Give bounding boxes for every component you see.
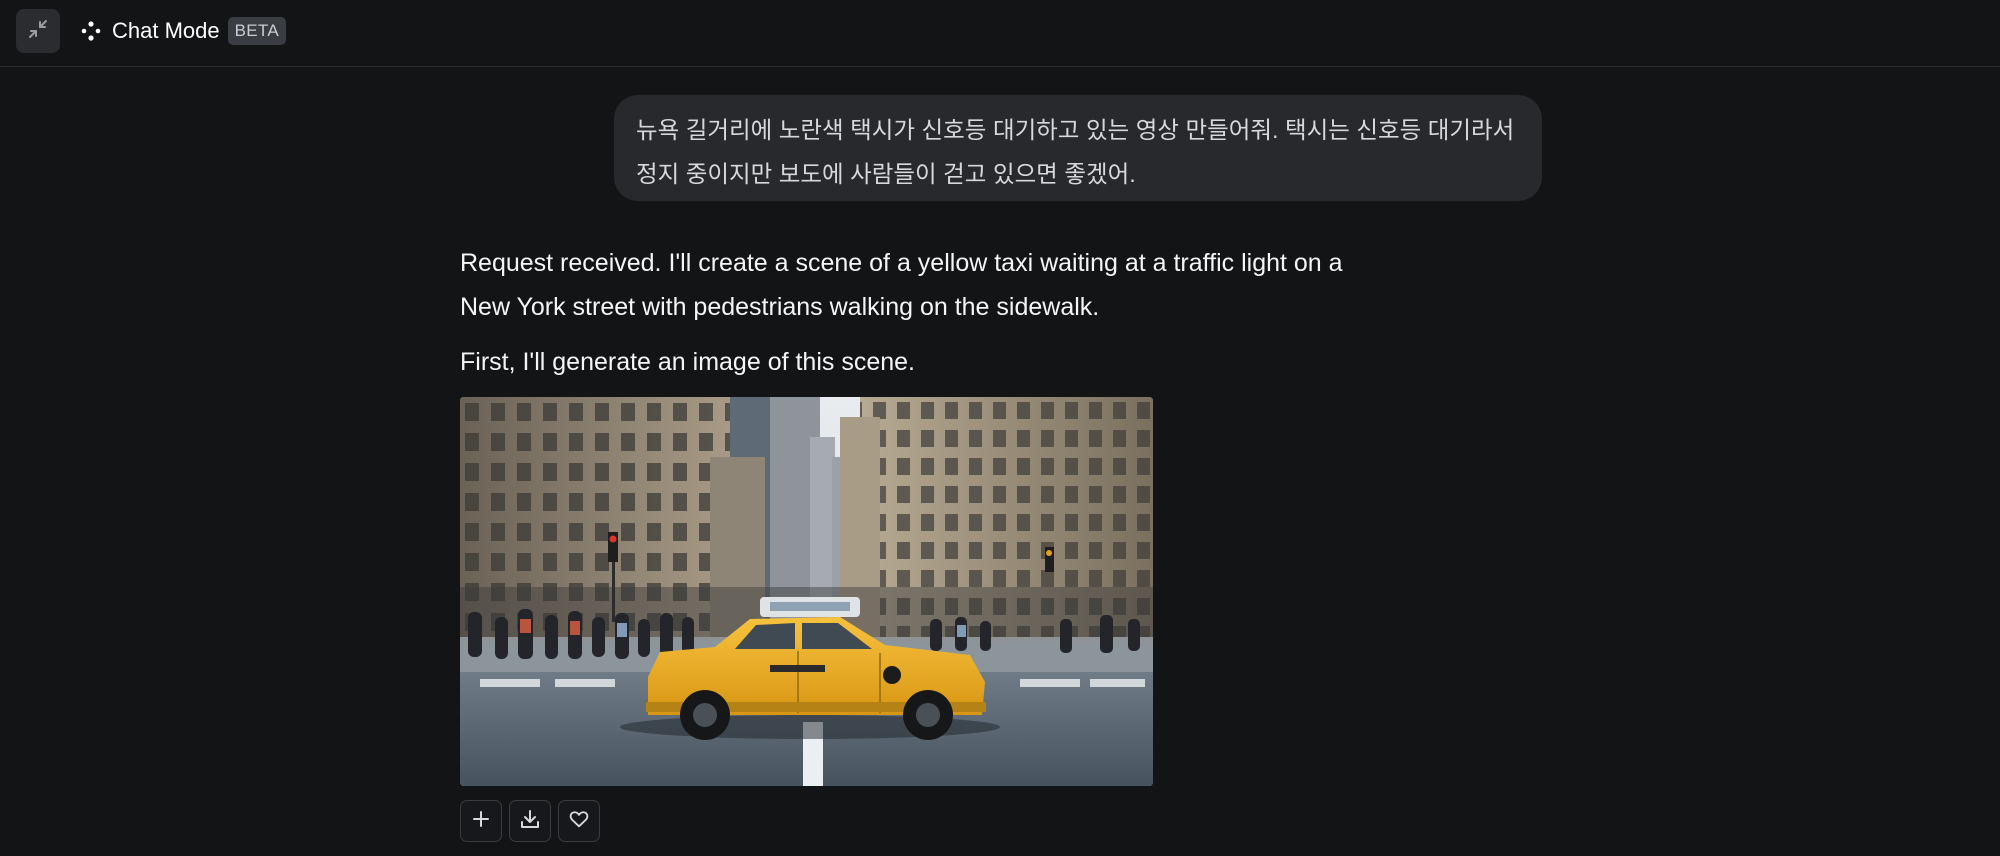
user-message-line: 정지 중이지만 보도에 사람들이 걷고 있으면 좋겠어. bbox=[636, 161, 1136, 187]
chat-mode-label: Chat Mode bbox=[112, 18, 220, 43]
collapse-arrows-icon bbox=[27, 18, 49, 45]
sparkle-dots-icon bbox=[78, 18, 104, 44]
download-button[interactable] bbox=[509, 800, 551, 842]
heart-icon bbox=[568, 808, 590, 835]
image-actions-bar bbox=[460, 800, 600, 842]
assistant-message: First, I'll generate an image of this sc… bbox=[460, 348, 915, 376]
chat-mode-indicator: Chat Mode BETA bbox=[78, 14, 286, 48]
taxi-street-scene-illustration bbox=[460, 397, 1153, 786]
favorite-button[interactable] bbox=[558, 800, 600, 842]
user-message-line: 뉴욕 길거리에 노란색 택시가 신호등 대기하고 있는 영상 만들어줘. 택시는… bbox=[636, 117, 1515, 143]
add-button[interactable] bbox=[460, 800, 502, 842]
beta-badge: BETA bbox=[227, 17, 286, 45]
collapse-button[interactable] bbox=[16, 9, 60, 53]
plus-icon bbox=[471, 809, 491, 834]
assistant-message: Request received. I'll create a scene of… bbox=[460, 249, 1343, 321]
generated-image[interactable] bbox=[460, 397, 1153, 786]
top-bar: Chat Mode BETA bbox=[0, 0, 2000, 67]
download-icon bbox=[519, 808, 541, 835]
user-message-bubble: 뉴욕 길거리에 노란색 택시가 신호등 대기하고 있는 영상 만들어줘. 택시는… bbox=[614, 95, 1542, 201]
